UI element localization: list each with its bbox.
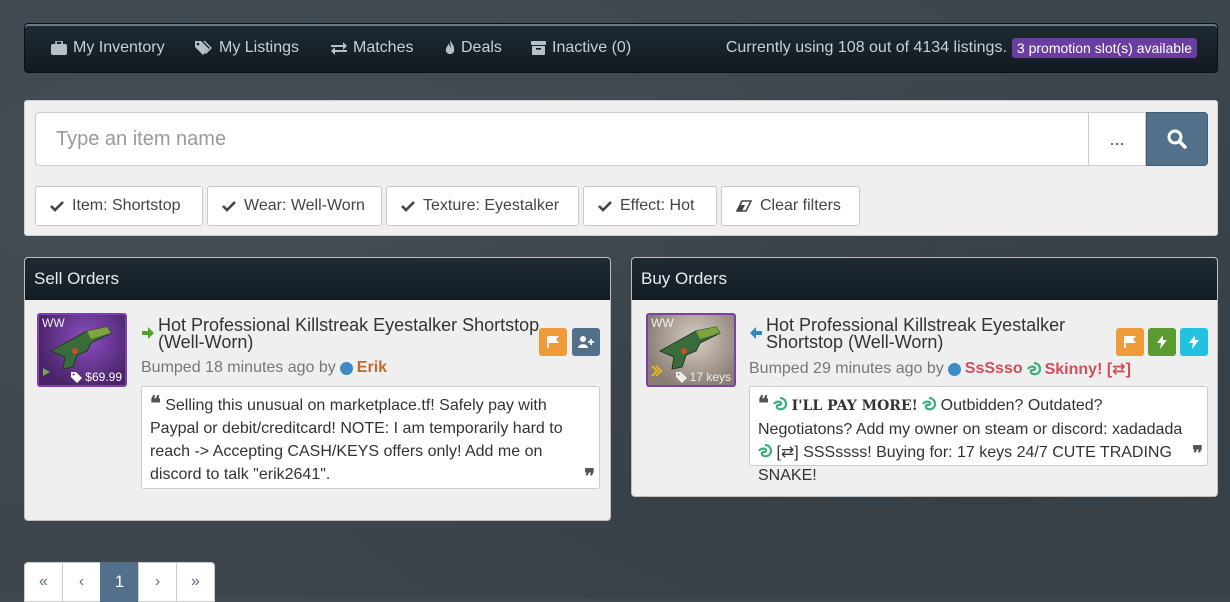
- filter-label: Item: Shortstop: [72, 197, 181, 214]
- page-prev-button[interactable]: ‹: [62, 562, 101, 602]
- arrow-right-icon: [142, 327, 154, 339]
- page-first-button[interactable]: «: [24, 562, 63, 602]
- panel-title: Sell Orders: [25, 258, 610, 300]
- nav-label: Inactive (0): [552, 39, 632, 56]
- clear-filters-button[interactable]: Clear filters: [721, 186, 860, 226]
- instant-trade-button[interactable]: [1148, 328, 1176, 356]
- snake-icon: [773, 396, 788, 411]
- archive-icon: [531, 41, 546, 55]
- wear-tag: WW: [42, 316, 65, 330]
- online-status-icon: [947, 362, 961, 376]
- quote-close-icon: ❞: [1192, 441, 1203, 465]
- quote-open-icon: ❝: [150, 391, 161, 415]
- flag-icon: [547, 336, 559, 348]
- filter-effect[interactable]: Effect: Hot: [583, 186, 717, 226]
- nav-label: Matches: [353, 39, 414, 56]
- add-friend-button[interactable]: [572, 328, 600, 356]
- tag-icon: [71, 371, 83, 383]
- promo-badge[interactable]: 3 promotion slot(s) available: [1011, 38, 1197, 58]
- quick-buy-button[interactable]: [1180, 328, 1208, 356]
- eraser-icon: [736, 200, 752, 212]
- bumped-text: Bumped 29 minutes ago by: [749, 360, 944, 377]
- search-button[interactable]: [1146, 112, 1208, 166]
- item-thumbnail[interactable]: WW 17 keys: [646, 313, 736, 387]
- page-next-button[interactable]: ›: [138, 562, 177, 602]
- filter-wear[interactable]: Wear: Well-Worn: [207, 186, 382, 226]
- check-icon: [50, 201, 64, 212]
- filter-label: Effect: Hot: [620, 197, 695, 214]
- search-panel: ... Item: Shortstop Wear: Well-Worn Text…: [24, 100, 1218, 236]
- exchange-icon: [331, 42, 347, 55]
- search-icon: [1167, 129, 1187, 149]
- killstreak-icon: [42, 364, 52, 382]
- top-navbar: My Inventory My Listings Matches Deals I…: [24, 23, 1218, 73]
- quote-close-icon: ❞: [584, 464, 595, 488]
- user-link[interactable]: SsSsso: [965, 360, 1023, 378]
- pagination: « ‹ 1 › »: [24, 562, 215, 602]
- item-title-line2[interactable]: (Well-Worn): [158, 333, 253, 351]
- nav-label: My Inventory: [73, 39, 165, 56]
- filter-label: Texture: Eyestalker: [423, 197, 560, 214]
- report-button[interactable]: [1116, 328, 1144, 356]
- bumped-info: Bumped 18 minutes ago by Erik: [141, 359, 387, 377]
- page-current[interactable]: 1: [100, 562, 139, 602]
- filter-label: Wear: Well-Worn: [244, 197, 365, 214]
- nav-deals[interactable]: Deals: [445, 39, 502, 57]
- advanced-search-button[interactable]: ...: [1088, 112, 1146, 166]
- message-highlight: I'LL PAY MORE!: [791, 398, 918, 414]
- snake-icon: [758, 443, 773, 458]
- bolt-icon: [1189, 335, 1199, 349]
- online-status-icon: [339, 361, 353, 375]
- price-tag: 17 keys: [675, 370, 731, 384]
- message-text-2: [⇄] SSSssss! Buying for: 17 keys 24/7 CU…: [758, 444, 1172, 484]
- item-title-line2[interactable]: Shortstop (Well-Worn): [766, 333, 943, 351]
- nav-label: Deals: [461, 39, 502, 56]
- arrow-left-icon: [750, 327, 762, 339]
- killstreak-icon: [651, 364, 663, 382]
- filter-label: Clear filters: [760, 197, 841, 214]
- price-tag: $69.99: [71, 370, 122, 384]
- user-name-extra[interactable]: Skinny! [⇄]: [1045, 359, 1131, 379]
- nav-my-listings[interactable]: My Listings: [195, 39, 299, 57]
- quote-open-icon: ❝: [758, 391, 769, 415]
- tags-icon: [195, 41, 212, 55]
- check-icon: [222, 201, 236, 212]
- sell-orders-panel: Sell Orders WW $69.99 Hot Professional K…: [24, 257, 611, 521]
- message-text: Selling this unusual on marketplace.tf! …: [150, 397, 563, 483]
- bumped-info: Bumped 29 minutes ago by SsSsso Skinny! …: [749, 359, 1131, 379]
- filter-texture[interactable]: Texture: Eyestalker: [386, 186, 579, 226]
- snake-icon: [1026, 362, 1041, 376]
- user-plus-icon: [578, 336, 594, 348]
- bolt-icon: [1157, 335, 1167, 349]
- tag-icon: [675, 371, 687, 383]
- panel-title: Buy Orders: [632, 258, 1217, 300]
- nav-label: My Listings: [219, 39, 300, 56]
- nav-my-inventory[interactable]: My Inventory: [51, 39, 165, 57]
- user-link[interactable]: Erik: [357, 359, 387, 377]
- briefcase-icon: [51, 41, 67, 55]
- listings-usage: Currently using 108 out of 4134 listings…: [726, 38, 1197, 58]
- wear-tag: WW: [651, 316, 674, 330]
- fire-icon: [445, 40, 455, 54]
- buy-orders-panel: Buy Orders WW 17 keys Hot Professional K…: [631, 257, 1218, 497]
- nav-matches[interactable]: Matches: [331, 39, 413, 57]
- price-text: 17 keys: [689, 370, 731, 384]
- listing-message: ❝ I'LL PAY MORE! Outbidden? Outdated? Ne…: [749, 386, 1208, 484]
- report-button[interactable]: [539, 328, 567, 356]
- search-input[interactable]: [35, 112, 1089, 166]
- check-icon: [401, 201, 415, 212]
- price-text: $69.99: [85, 370, 122, 384]
- nav-inactive[interactable]: Inactive (0): [531, 39, 631, 57]
- bumped-text: Bumped 18 minutes ago by: [141, 359, 336, 376]
- listings-text: Currently using 108 out of 4134 listings…: [725, 39, 1007, 56]
- flag-icon: [1124, 336, 1136, 348]
- check-icon: [598, 201, 612, 212]
- snake-icon: [922, 396, 937, 411]
- listing-message: ❝ Selling this unusual on marketplace.tf…: [141, 386, 600, 489]
- item-thumbnail[interactable]: WW $69.99: [37, 313, 127, 387]
- page-last-button[interactable]: »: [176, 562, 215, 602]
- filter-item[interactable]: Item: Shortstop: [35, 186, 203, 226]
